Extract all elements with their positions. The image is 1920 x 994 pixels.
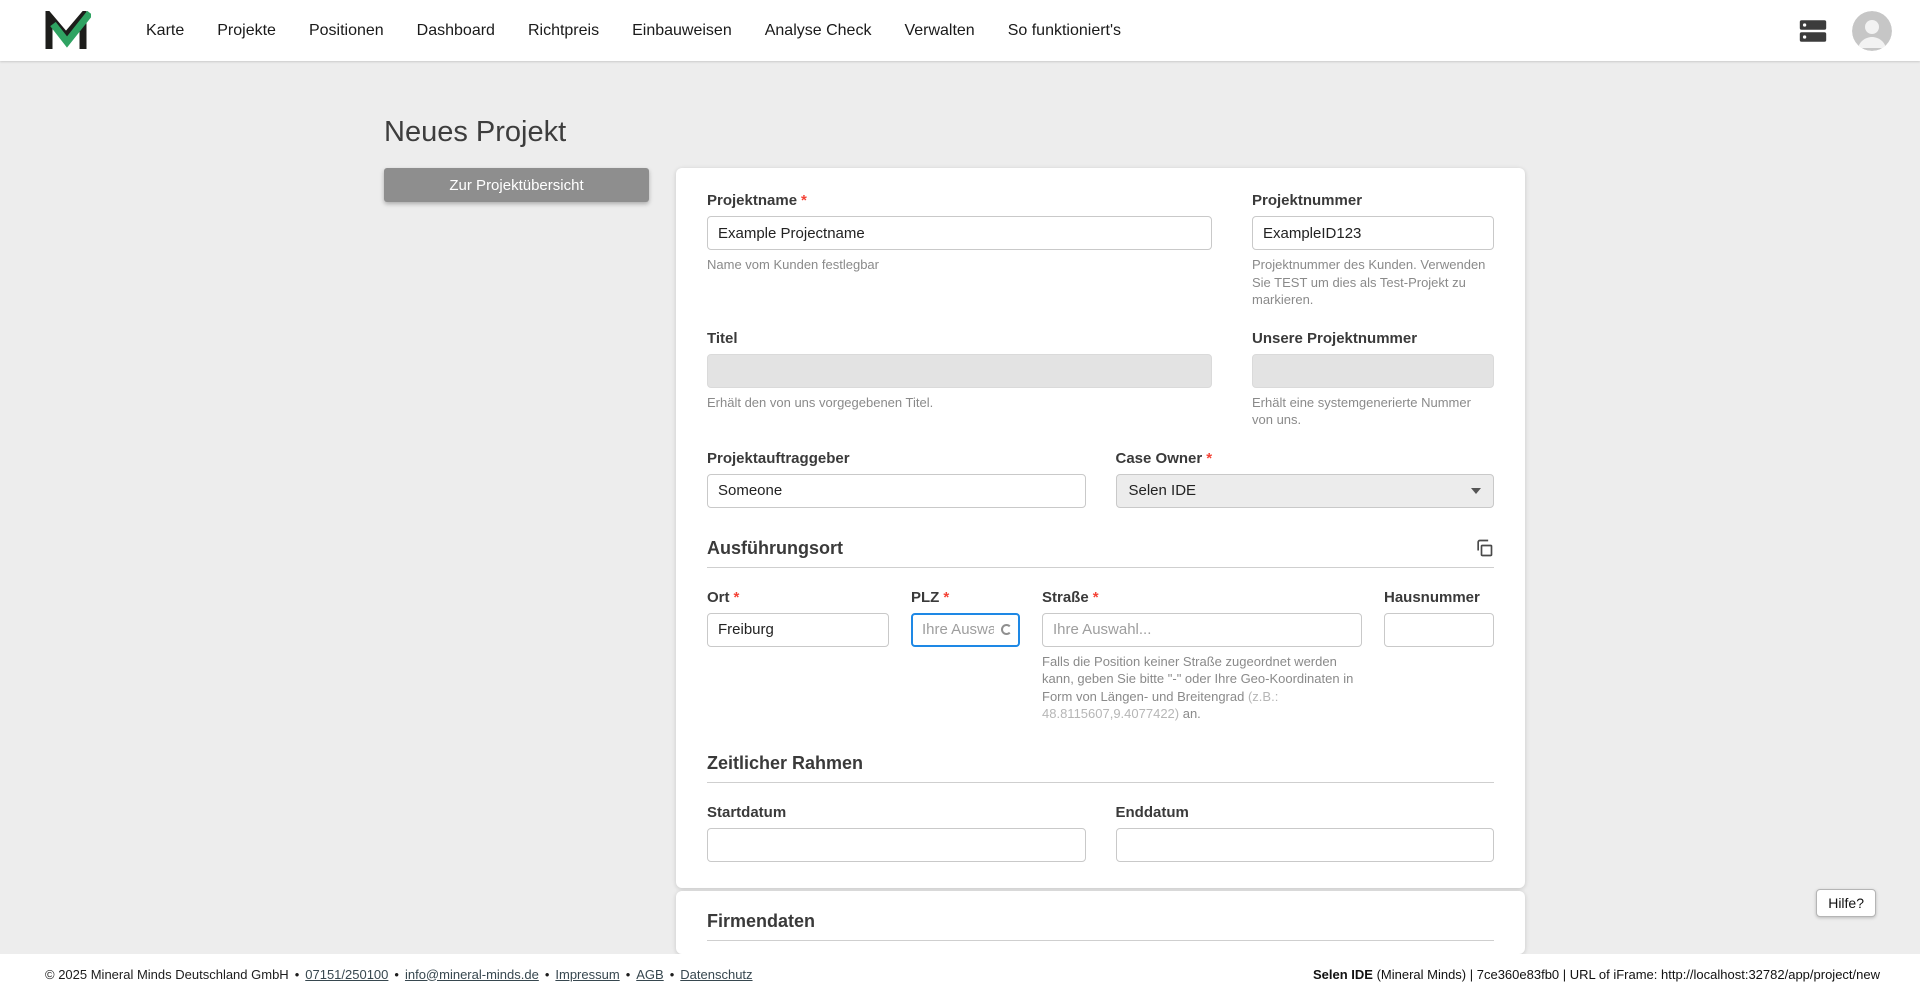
titel-field: Titel Erhält den von uns vorgegebenen Ti… xyxy=(707,330,1212,429)
form-row: Startdatum Enddatum xyxy=(707,804,1494,862)
startdatum-label: Startdatum xyxy=(707,803,787,821)
form-row: Projektname* Name vom Kunden festlegbar … xyxy=(707,192,1494,309)
required-marker: * xyxy=(1206,449,1213,467)
form-row: Projektauftraggeber Case Owner* Selen ID… xyxy=(707,450,1494,508)
server-icon[interactable] xyxy=(1798,19,1828,43)
section-title-zeitlicher-rahmen: Zeitlicher Rahmen xyxy=(707,752,864,773)
form-row: Titel Erhält den von uns vorgegebenen Ti… xyxy=(707,330,1494,429)
hausnummer-input[interactable] xyxy=(1384,612,1494,647)
footer-separator: • xyxy=(544,966,550,982)
strasse-input[interactable] xyxy=(1042,612,1362,647)
ort-label: Ort xyxy=(707,588,730,606)
section-divider xyxy=(707,566,1494,568)
back-to-projects-button[interactable]: Zur Projektübersicht xyxy=(384,168,649,202)
enddatum-input[interactable] xyxy=(1115,827,1494,862)
footer-separator: • xyxy=(294,966,300,982)
plz-field: PLZ * xyxy=(911,589,1020,723)
projektnummer-label: Projektnummer xyxy=(1252,192,1363,209)
titel-label: Titel xyxy=(707,329,738,347)
user-avatar[interactable] xyxy=(1852,10,1892,51)
startdatum-field: Startdatum xyxy=(707,804,1086,862)
footer-separator: • xyxy=(625,966,631,982)
projektauftraggeber-field: Projektauftraggeber xyxy=(707,450,1086,508)
navbar-right xyxy=(1798,10,1892,51)
footer-link-datenschutz[interactable]: Datenschutz xyxy=(680,967,752,982)
projektname-field: Projektname* Name vom Kunden festlegbar xyxy=(707,192,1212,309)
section-zeitlicher-rahmen: Zeitlicher Rahmen xyxy=(707,753,1494,774)
case-owner-field: Case Owner * Selen IDE xyxy=(1115,449,1494,508)
footer-session-detail: (Mineral Minds) | 7ce360e83fb0 | URL of … xyxy=(1372,966,1880,982)
section-title-ausfuehrungsort: Ausführungsort xyxy=(707,537,843,558)
projektname-input[interactable] xyxy=(707,216,1212,250)
footer-link-phone[interactable]: 07151/250100 xyxy=(305,967,388,982)
nav-item-analyse-check[interactable]: Analyse Check xyxy=(765,22,872,40)
required-marker: * xyxy=(1092,588,1099,606)
section-divider xyxy=(707,781,1494,783)
ort-input[interactable] xyxy=(707,612,889,647)
hausnummer-field: Hausnummer xyxy=(1384,589,1494,723)
footer-separator: • xyxy=(669,966,675,982)
footer-separator: • xyxy=(394,966,399,982)
main-nav: Karte Projekte Positionen Dashboard Rich… xyxy=(146,22,1121,40)
projektnummer-helper: Projektnummer des Kunden. Verwenden Sie … xyxy=(1252,257,1486,308)
required-marker: * xyxy=(801,192,807,209)
required-marker: * xyxy=(733,588,740,606)
ort-field: Ort * xyxy=(707,589,889,723)
page-title: Neues Projekt xyxy=(384,116,567,148)
footer-copyright: © 2025 Mineral Minds Deutschland GmbH xyxy=(45,966,289,982)
footer-link-agb[interactable]: AGB xyxy=(636,967,663,982)
strasse-helper: Falls die Position keiner Straße zugeord… xyxy=(1042,653,1354,722)
loading-spinner-icon xyxy=(1001,623,1012,635)
case-owner-label: Case Owner xyxy=(1115,449,1203,467)
titel-helper: Erhält den von uns vorgegebenen Titel. xyxy=(707,394,934,410)
nav-item-positionen[interactable]: Positionen xyxy=(309,22,384,40)
footer-left: © 2025 Mineral Minds Deutschland GmbH • … xyxy=(45,967,753,982)
unsere-projektnummer-input xyxy=(1252,353,1494,388)
unsere-projektnummer-label: Unsere Projektnummer xyxy=(1252,329,1418,347)
nav-item-so-funktionierts[interactable]: So funktioniert's xyxy=(1008,22,1121,40)
projektnummer-input[interactable] xyxy=(1252,216,1494,250)
footer-session-info: Selen IDE (Mineral Minds) | 7ce360e83fb0… xyxy=(1313,967,1880,982)
projektauftraggeber-label: Projektauftraggeber xyxy=(707,449,850,467)
nav-item-projekte[interactable]: Projekte xyxy=(217,22,276,40)
projektauftraggeber-input[interactable] xyxy=(707,473,1086,508)
startdatum-input[interactable] xyxy=(707,827,1086,862)
footer-link-email[interactable]: info@mineral-minds.de xyxy=(405,967,539,982)
titel-input xyxy=(707,353,1212,388)
form-row: Ort* PLZ* Straße* Falls die Position kei… xyxy=(707,589,1494,723)
case-owner-select[interactable]: Selen IDE xyxy=(1115,473,1494,508)
enddatum-label: Enddatum xyxy=(1115,803,1189,821)
chevron-down-icon xyxy=(1471,487,1481,494)
unsere-projektnummer-helper: Erhält eine systemgenerierte Nummer von … xyxy=(1252,394,1471,428)
plz-label: PLZ xyxy=(911,588,940,606)
projektname-label: Projektname xyxy=(707,192,798,209)
nav-item-einbauweisen[interactable]: Einbauweisen xyxy=(632,22,732,40)
enddatum-field: Enddatum xyxy=(1115,803,1494,862)
projektname-helper: Name vom Kunden festlegbar xyxy=(707,257,879,272)
footer: © 2025 Mineral Minds Deutschland GmbH • … xyxy=(0,954,1920,994)
footer-session-user: Selen IDE xyxy=(1312,966,1373,982)
nav-item-dashboard[interactable]: Dashboard xyxy=(417,22,495,40)
projektnummer-field: Projektnummer Projektnummer des Kunden. … xyxy=(1252,192,1494,309)
case-owner-value: Selen IDE xyxy=(1128,482,1197,500)
help-button[interactable]: Hilfe? xyxy=(1816,889,1876,917)
copy-icon[interactable] xyxy=(1474,538,1494,558)
section-divider xyxy=(707,940,1494,941)
unsere-projektnummer-field: Unsere Projektnummer Erhält eine systemg… xyxy=(1252,330,1494,429)
hausnummer-label: Hausnummer xyxy=(1384,588,1480,606)
nav-item-karte[interactable]: Karte xyxy=(146,22,184,40)
mineral-minds-logo[interactable] xyxy=(45,10,91,51)
firmendaten-card: Firmendaten xyxy=(676,891,1525,954)
footer-link-impressum[interactable]: Impressum xyxy=(555,967,619,982)
nav-item-richtpreis[interactable]: Richtpreis xyxy=(528,22,599,40)
section-title-firmendaten: Firmendaten xyxy=(707,911,816,931)
strasse-label: Straße xyxy=(1042,588,1089,606)
top-navbar: Karte Projekte Positionen Dashboard Rich… xyxy=(0,0,1920,61)
nav-item-verwalten[interactable]: Verwalten xyxy=(904,22,974,40)
required-marker: * xyxy=(943,588,950,606)
section-ausfuehrungsort: Ausführungsort xyxy=(707,538,1494,559)
strasse-field: Straße* Falls die Position keiner Straße… xyxy=(1042,589,1362,723)
project-form-card: Projektname* Name vom Kunden festlegbar … xyxy=(676,168,1525,888)
